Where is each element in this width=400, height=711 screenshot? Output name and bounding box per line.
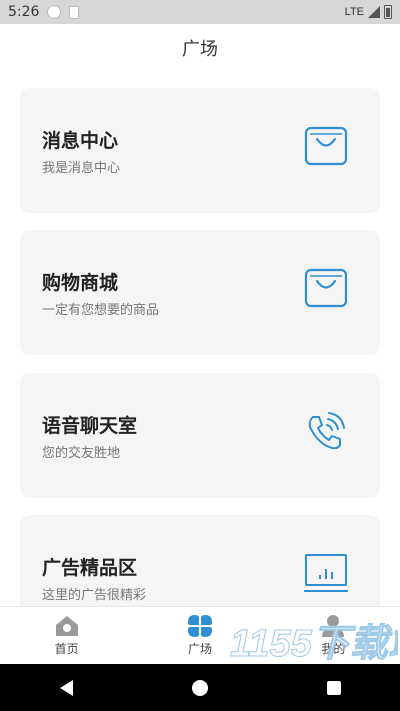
card-title: 语音聊天室 xyxy=(42,415,138,437)
card-title: 购物商城 xyxy=(42,272,119,294)
recent-apps-icon[interactable] xyxy=(326,680,341,695)
nav-label: 首页 xyxy=(54,642,79,656)
card-message-center[interactable]: 消息中心 我是消息中心 xyxy=(20,88,380,213)
back-icon[interactable] xyxy=(59,679,73,696)
bottom-nav: 首页 广场 我的 xyxy=(0,606,400,664)
nav-label: 我的 xyxy=(321,642,346,656)
card-title: 广告精品区 xyxy=(42,557,138,579)
nav-item-home[interactable]: 首页 xyxy=(0,607,133,664)
nav-item-mine[interactable]: 我的 xyxy=(267,607,400,664)
network-type: LTE xyxy=(344,6,364,18)
sd-card-icon xyxy=(69,5,80,19)
battery-icon xyxy=(384,5,392,19)
card-subtitle: 我是消息中心 xyxy=(42,161,121,176)
status-time: 5:26 xyxy=(8,4,40,20)
home-button-icon[interactable] xyxy=(191,679,208,696)
signal-icon xyxy=(368,6,380,18)
user-icon xyxy=(322,615,345,637)
home-icon xyxy=(55,616,78,636)
shopping-bag-icon xyxy=(304,126,348,166)
clover-icon xyxy=(187,615,212,637)
notification-dot-icon xyxy=(47,5,62,19)
card-subtitle: 您的交友胜地 xyxy=(42,446,121,461)
nav-item-square[interactable]: 广场 xyxy=(133,607,266,664)
system-nav-bar xyxy=(0,664,400,711)
card-shopping-mall[interactable]: 购物商城 一定有您想要的商品 xyxy=(20,230,380,355)
card-subtitle: 一定有您想要的商品 xyxy=(42,303,160,318)
monitor-chart-icon xyxy=(304,554,348,592)
app-screen: 5:26 LTE 广场 消息中心 我是消息中心 购物商城 一定有您想要的商品 语… xyxy=(0,0,400,711)
card-title: 消息中心 xyxy=(42,130,119,152)
page-title: 广场 xyxy=(182,39,218,60)
nav-label: 广场 xyxy=(187,642,212,656)
card-voice-chatroom[interactable]: 语音聊天室 您的交友胜地 xyxy=(20,373,380,498)
status-bar: 5:26 LTE xyxy=(0,0,400,24)
card-list: 消息中心 我是消息中心 购物商城 一定有您想要的商品 语音聊天室 您的交友胜地 xyxy=(0,88,400,606)
card-subtitle: 这里的广告很精彩 xyxy=(42,588,147,603)
card-ad-zone[interactable]: 广告精品区 这里的广告很精彩 xyxy=(20,515,380,606)
shopping-bag-icon xyxy=(304,268,348,308)
phone-call-icon xyxy=(308,412,345,450)
